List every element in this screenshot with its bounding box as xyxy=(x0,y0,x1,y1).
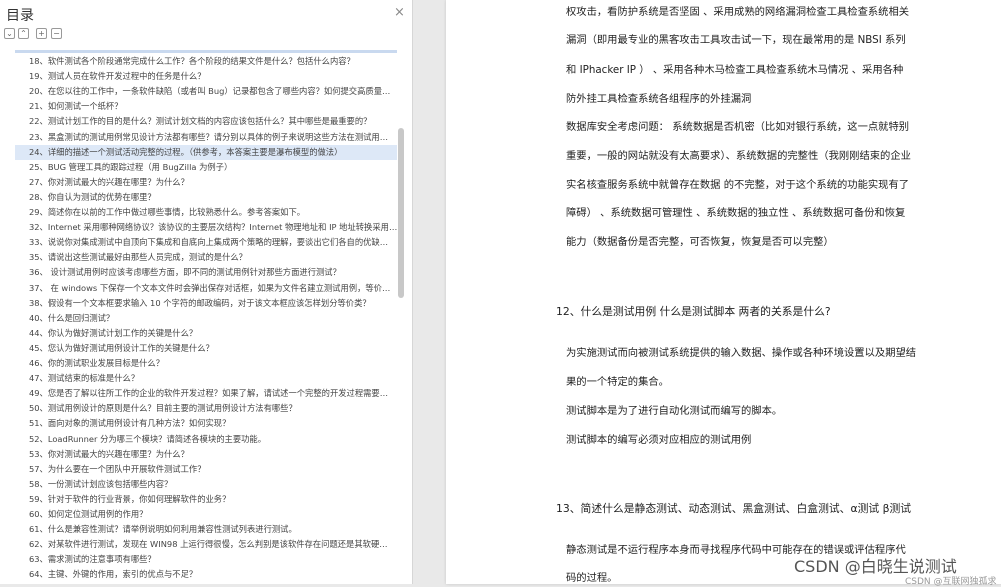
toc-item[interactable]: 45、您认为做好测试用例设计工作的关键是什么？ xyxy=(15,341,397,356)
doc-line: 漏洞（即用最专业的黑客攻击工具攻击试一下，现在最常用的是 NBSI 系列 xyxy=(566,34,906,46)
toc-item[interactable]: 24、详细的描述一个测试活动完整的过程。（供参考，本答案主要是瀑布模型的做法） xyxy=(15,144,397,160)
remove-bookmark-icon[interactable]: − xyxy=(51,28,62,39)
collapse-all-icon[interactable]: ⌃ xyxy=(18,28,29,39)
toc-item[interactable]: 19、测试人员在软件开发过程中的任务是什么？ xyxy=(15,69,397,84)
toc-item[interactable]: 38、假设有一个文本框要求输入 10 个字符的邮政编码，对于该文本框应该怎样划分… xyxy=(15,296,397,311)
doc-line: 测试脚本的编写必须对应相应的测试用例 xyxy=(566,434,752,446)
toc-item[interactable]: 18、软件测试各个阶段通常完成什么工作？各个阶段的结果文件是什么？包括什么内容？ xyxy=(15,54,397,69)
toc-scroll-edge xyxy=(15,50,397,53)
toc-item[interactable]: 44、你认为做好测试计划工作的关键是什么？ xyxy=(15,326,397,341)
toc-item[interactable]: 20、在您以往的工作中，一条软件缺陷（或者叫 Bug）记录都包含了哪些内容？如何… xyxy=(15,84,397,99)
toc-item[interactable]: 53、你对测试最大的兴趣在哪里？为什么？ xyxy=(15,447,397,462)
toc-item[interactable]: 47、测试结束的标准是什么？ xyxy=(15,371,397,386)
toc-item[interactable]: 62、对某软件进行测试，发现在 WIN98 上运行得很慢，怎么判别是该软件存在问… xyxy=(15,537,397,552)
toc-item[interactable]: 32、Internet 采用哪种网络协议？该协议的主要层次结构？Internet… xyxy=(15,220,397,235)
toc-item[interactable]: 23、黑盒测试的测试用例常见设计方法都有哪些？请分别以具体的例子来说明这些方法在… xyxy=(15,130,397,145)
toc-item[interactable]: 35、请说出这些测试最好由那些人员完成，测试的是什么？ xyxy=(15,250,397,265)
close-icon[interactable]: × xyxy=(394,6,405,20)
toc-item[interactable]: 58、一份测试计划应该包括哪些内容？ xyxy=(15,477,397,492)
toc-item[interactable]: 28、你自认为测试的优势在哪里？ xyxy=(15,190,397,205)
toc-item[interactable]: 22、测试计划工作的目的是什么？测试计划文档的内容应该包括什么？其中哪些是最重要… xyxy=(15,114,397,129)
doc-line: 能力（数据备份是否完整，可否恢复，恢复是否可以完整） xyxy=(566,236,834,248)
document-page: 权攻击，看防护系统是否坚固 、采用成熟的网络漏洞检查工具检查系统相关 漏洞（即用… xyxy=(446,0,1001,584)
add-bookmark-icon[interactable]: + xyxy=(36,28,47,39)
toc-title: 目录 xyxy=(6,8,34,24)
toc-item[interactable]: 52、LoadRunner 分为哪三个模块？请简述各模块的主要功能。 xyxy=(15,432,397,447)
toc-item[interactable]: 59、针对于软件的行业背景，你如何理解软件的业务？ xyxy=(15,492,397,507)
toc-item[interactable]: 60、如何定位测试用例的作用？ xyxy=(15,507,397,522)
question-13-heading: 13、简述什么是静态测试、动态测试、黑盒测试、白盒测试、α测试 β测试 xyxy=(556,502,912,515)
toc-item[interactable]: 27、你对测试最大的兴趣在哪里？为什么？ xyxy=(15,175,397,190)
toc-scrollbar-thumb[interactable] xyxy=(398,128,404,298)
doc-line: 权攻击，看防护系统是否坚固 、采用成熟的网络漏洞检查工具检查系统相关 xyxy=(566,6,910,18)
toc-header: 目录 × ⌄ ⌃ + − xyxy=(0,0,412,48)
toc-item[interactable]: 46、你的测试职业发展目标是什么？ xyxy=(15,356,397,371)
doc-line: 重要，一般的网站就没有太高要求）、系统数据的完整性（我刚刚结束的企业 xyxy=(566,150,911,162)
toc-item[interactable]: 49、您是否了解以往所工作的企业的软件开发过程？如果了解，请试述一个完整的开发过… xyxy=(15,386,397,401)
toc-item[interactable]: 64、主键、外键的作用，索引的优点与不足？ xyxy=(15,567,397,582)
toc-item[interactable]: 37、 在 windows 下保存一个文本文件时会弹出保存对话框，如果为文件名建… xyxy=(15,281,397,296)
toc-item[interactable]: 50、测试用例设计的原则是什么？目前主要的测试用例设计方法有哪些？ xyxy=(15,401,397,416)
toc-panel: 目录 × ⌄ ⌃ + − 18、软件测试各个阶段通常完成什么工作？各个阶段的结果… xyxy=(0,0,413,584)
toc-item[interactable]: 33、说说你对集成测试中自顶向下集成和自底向上集成两个策略的理解，要谈出它们各自… xyxy=(15,235,397,250)
toc-item[interactable]: 51、面向对象的测试用例设计有几种方法？如何实现？ xyxy=(15,416,397,431)
toc-item[interactable]: 61、什么是兼容性测试？请举例说明如何利用兼容性测试列表进行测试。 xyxy=(15,522,397,537)
doc-line: 码的过程。 xyxy=(566,572,618,584)
doc-line: 测试脚本是为了进行自动化测试而编写的脚本。 xyxy=(566,405,783,417)
doc-line: 实名核查服务系统中就曾存在数据 的不完整，对于这个系统的功能实现有了 xyxy=(566,179,910,191)
toc-item[interactable]: 25、BUG 管理工具的跟踪过程（用 BugZilla 为例子） xyxy=(15,160,397,175)
toc-item[interactable]: 21、如何测试一个纸杯？ xyxy=(15,99,397,114)
doc-line: 为实施测试而向被测试系统提供的输入数据、操作或各种环境设置以及期望结 xyxy=(566,347,917,359)
doc-line: 障碍） 、系统数据可管理性 、系统数据的独立性 、系统数据可备份和恢复 xyxy=(566,207,906,219)
doc-line: 数据库安全考虑问题： 系统数据是否机密（比如对银行系统，这一点就特别 xyxy=(566,121,910,133)
doc-line: 和 IPhacker IP ） 、采用各种木马检查工具检查系统木马情况 、采用各… xyxy=(566,64,904,76)
toc-item[interactable]: 57、为什么要在一个团队中开展软件测试工作？ xyxy=(15,462,397,477)
toc-item[interactable]: 29、简述你在以前的工作中做过哪些事情，比较熟悉什么。参考答案如下。 xyxy=(15,205,397,220)
toc-item[interactable]: 63、需求测试的注意事项有哪些？ xyxy=(15,552,397,567)
doc-line: 果的一个特定的集合。 xyxy=(566,376,669,388)
csdn-watermark-secondary: CSDN @互联网独孤求 xyxy=(905,577,997,587)
doc-line: 防外挂工具检查系统各组程序的外挂漏洞 xyxy=(566,93,752,105)
expand-all-icon[interactable]: ⌄ xyxy=(4,28,15,39)
question-12-heading: 12、什么是测试用例 什么是测试脚本 两者的关系是什么? xyxy=(556,305,831,318)
toc-item[interactable]: 40、什么是回归测试？ xyxy=(15,311,397,326)
toc-item[interactable]: 36、 设计测试用例时应该考虑哪些方面，即不同的测试用例针对那些方面进行测试？ xyxy=(15,265,397,280)
